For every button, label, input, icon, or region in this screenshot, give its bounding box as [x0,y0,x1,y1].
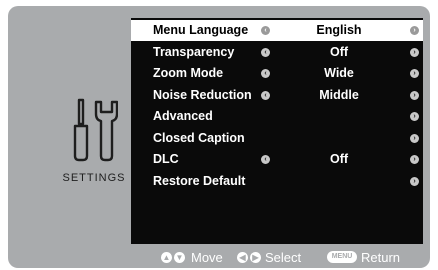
settings-label: SETTINGS [62,172,126,184]
menu-item-label: Zoom Mode [153,66,224,80]
menu-key-icon: MENU [327,251,357,263]
menu-item-zoom-mode[interactable]: Zoom Mode ‹ Wide › [131,63,423,84]
chevron-right-icon[interactable]: › [410,90,419,100]
settings-menu: Menu Language ‹ English › Transparency ‹ Off › Z… [131,18,423,244]
chevron-left-icon[interactable]: ‹ [261,69,270,78]
menu-item-value: Wide [324,66,354,80]
menu-item-transparency[interactable]: Transparency ‹ Off › [131,42,423,63]
chevron-left-icon[interactable]: ‹ [261,47,270,57]
up-icon: ▲ [161,252,172,263]
menu-item-label: Noise Reduction [153,87,252,102]
menu-item-label: Advanced [153,109,213,123]
tools-icon [73,98,118,162]
menu-item-label: Menu Language [153,23,249,37]
menu-item-dlc[interactable]: DLC ‹ Off › [131,149,423,170]
menu-item-value: Off [329,44,349,59]
menu-item-label: Closed Caption [153,130,245,145]
chevron-left-icon[interactable]: ‹ [261,26,270,35]
move-hint: Move [191,250,223,265]
chevron-right-icon[interactable]: › [410,112,419,121]
chevron-right-icon[interactable]: › [410,176,419,186]
menu-item-value: English [316,23,362,37]
down-icon: ▼ [174,252,185,263]
chevron-right-icon[interactable]: › [410,155,419,164]
right-icon: ▶ [250,252,261,263]
footer-hints: ▲ ▼ Move ◀ ▶ Select MENU Return [131,246,423,268]
menu-item-label: Restore Default [153,173,246,188]
settings-category: SETTINGS [52,98,132,198]
menu-item-menu-language[interactable]: Menu Language ‹ English › [131,20,423,41]
menu-item-restore-default[interactable]: Restore Default › [131,171,423,192]
chevron-right-icon[interactable]: › [410,69,419,78]
menu-item-noise-reduction[interactable]: Noise Reduction ‹ Middle › [131,85,423,106]
chevron-left-icon[interactable]: ‹ [261,90,270,100]
menu-item-label: Transparency [153,44,235,59]
select-hint: Select [265,250,302,265]
return-hint: Return [361,250,401,265]
chevron-left-icon[interactable]: ‹ [261,155,270,164]
menu-item-closed-caption[interactable]: Closed Caption › [131,128,423,149]
left-icon: ◀ [237,252,248,263]
chevron-right-icon[interactable]: › [410,133,419,143]
chevron-right-icon[interactable]: › [410,47,419,57]
menu-item-value: Middle [319,87,359,102]
menu-item-advanced[interactable]: Advanced › [131,106,423,127]
menu-item-label: DLC [153,152,179,166]
chevron-right-icon[interactable]: › [410,26,419,35]
menu-item-value: Off [329,152,349,166]
